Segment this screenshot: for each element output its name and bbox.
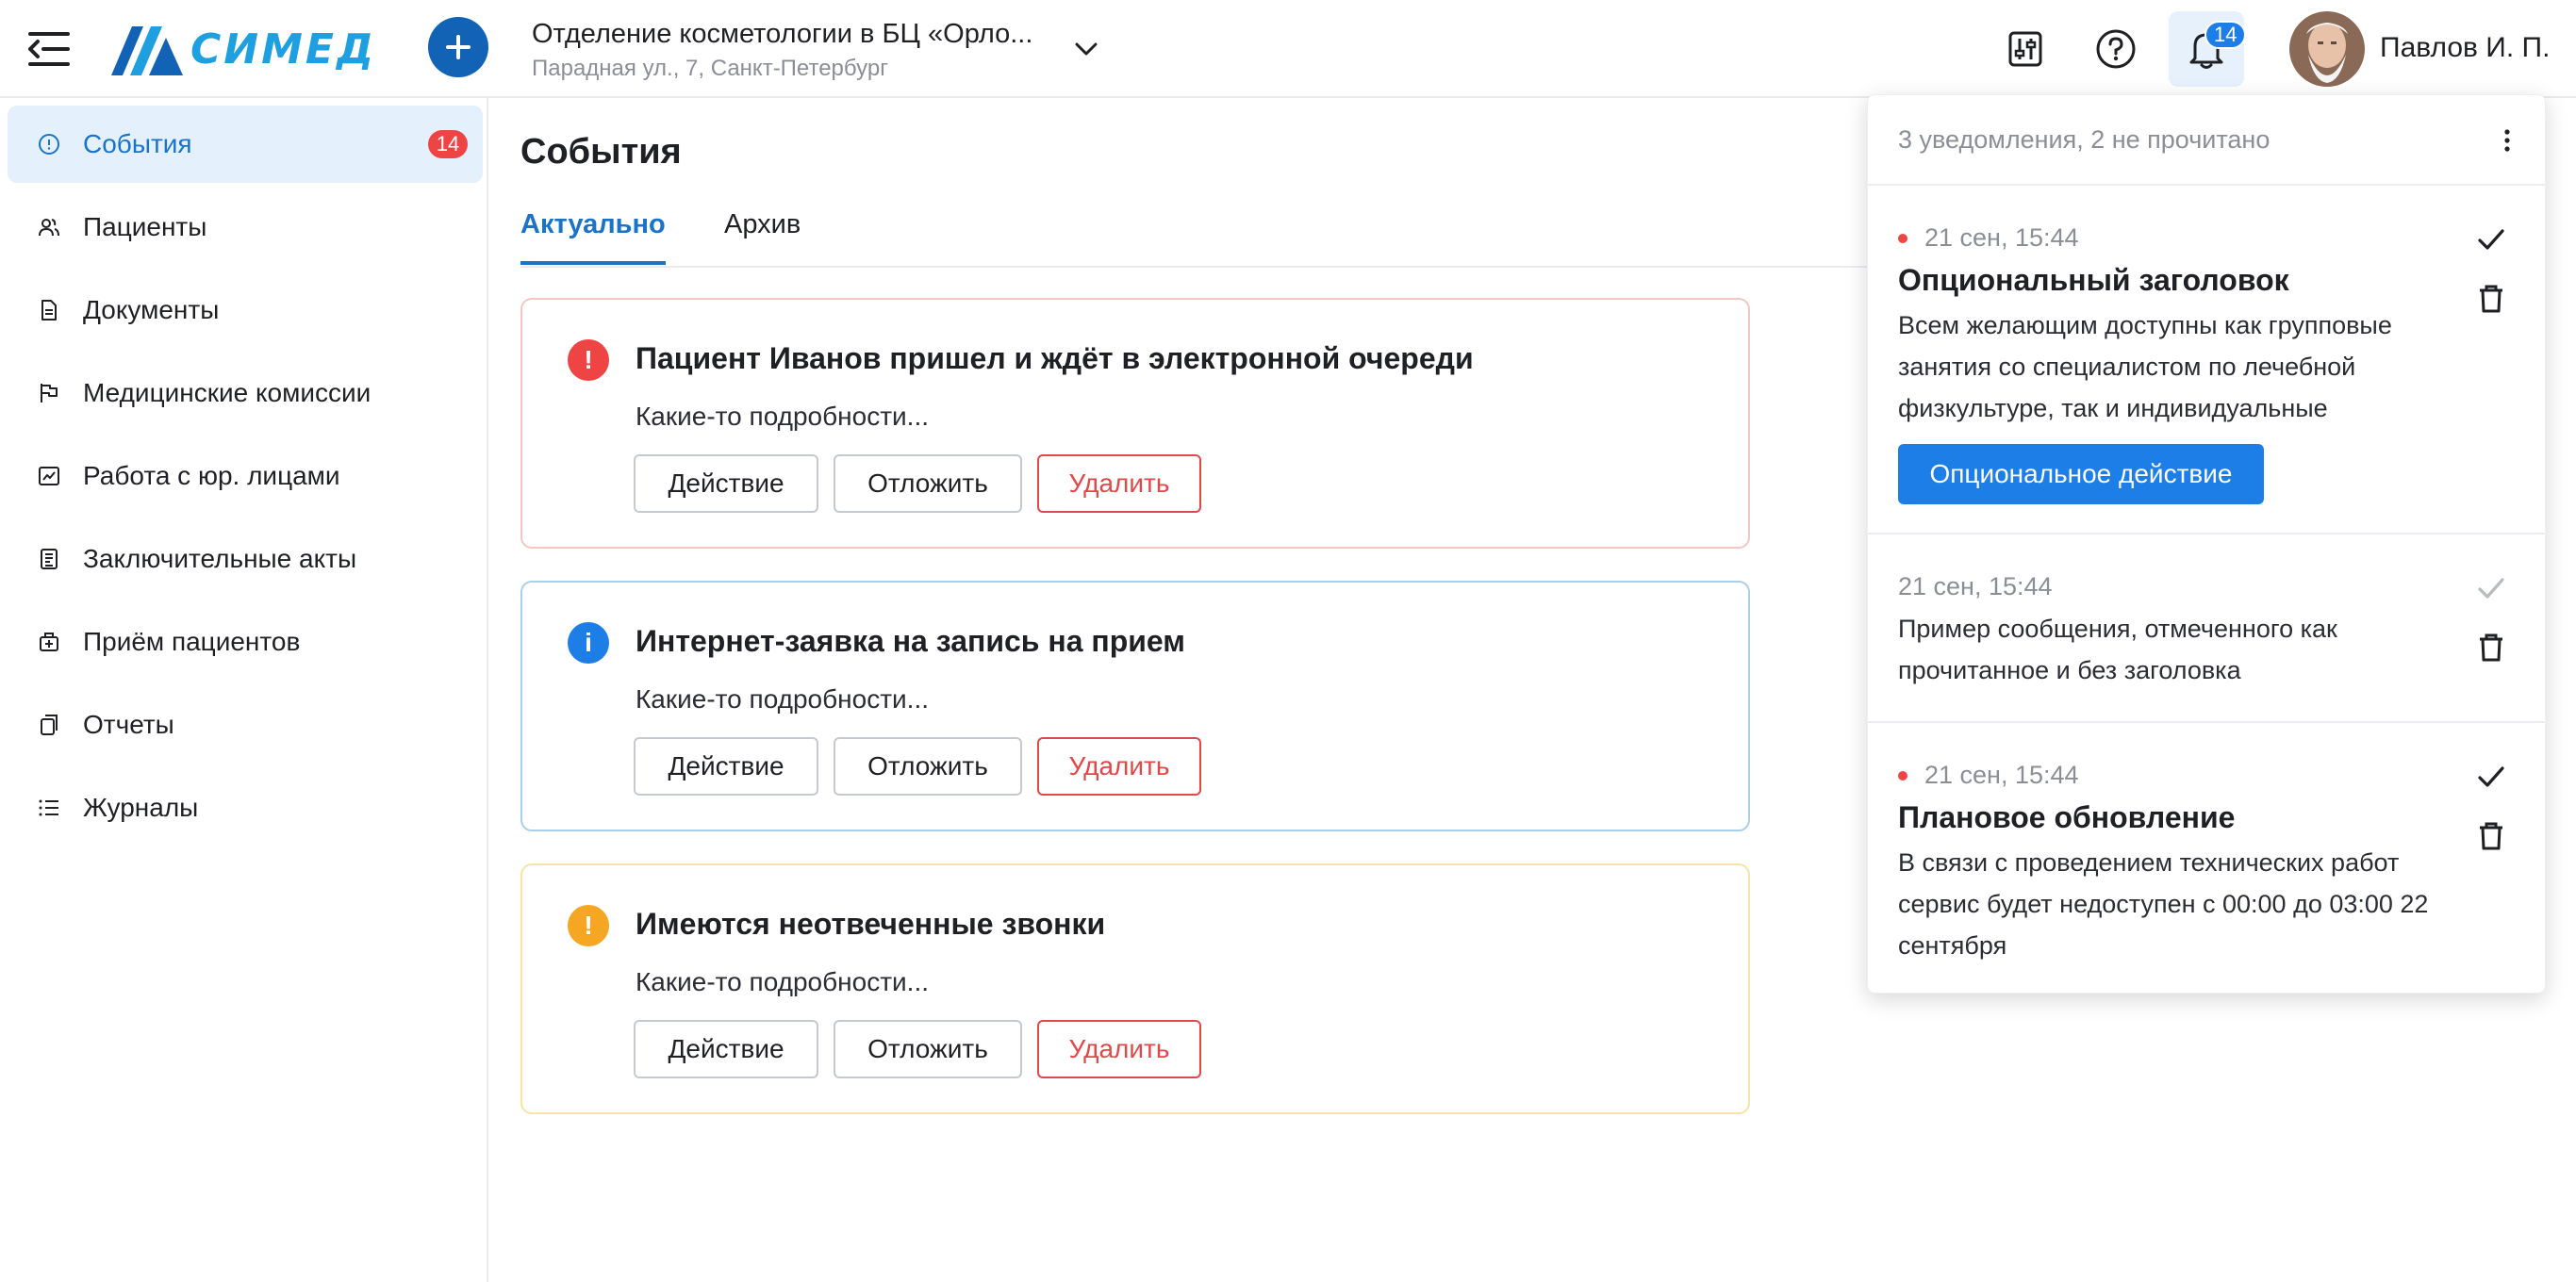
trash-icon[interactable] bbox=[2477, 284, 2505, 314]
trash-icon[interactable] bbox=[2477, 633, 2505, 663]
medical-bag-icon bbox=[40, 633, 58, 651]
top-header: СИМЕД Отделение косметологии в БЦ «Орло.… bbox=[0, 0, 2576, 98]
reports-icon bbox=[41, 715, 58, 735]
user-name[interactable]: Павлов И. П. bbox=[2380, 32, 2550, 64]
postpone-button[interactable]: Отложить bbox=[834, 1020, 1022, 1078]
notification-action-button[interactable]: Опциональное действие bbox=[1898, 444, 2264, 504]
patients-icon bbox=[39, 219, 59, 237]
event-title: Интернет-заявка на запись на прием bbox=[636, 624, 1185, 658]
delete-button[interactable]: Удалить bbox=[1037, 454, 1201, 513]
sidebar-item-legal-entities[interactable]: Работа с юр. лицами bbox=[8, 437, 483, 515]
sidebar-item-label: Пациенты bbox=[83, 212, 207, 241]
sidebar-item-reception[interactable]: Приём пациентов bbox=[8, 603, 483, 681]
org-address: Парадная ул., 7, Санкт-Петербург bbox=[532, 56, 888, 81]
notifications-count-badge: 14 bbox=[2204, 21, 2247, 49]
tab-archive[interactable]: Архив bbox=[724, 209, 801, 261]
avatar[interactable] bbox=[2289, 11, 2365, 87]
notification-time: 21 сен, 15:44 bbox=[1898, 761, 2079, 790]
notification-text: Всем желающим доступны как групповые зан… bbox=[1898, 311, 2392, 422]
sidebar-item-label: Отчеты bbox=[83, 710, 174, 739]
sidebar-item-patients[interactable]: Пациенты bbox=[8, 189, 483, 266]
sidebar-item-events[interactable]: События 14 bbox=[8, 106, 483, 183]
events-count-badge: 14 bbox=[428, 130, 468, 158]
org-selector[interactable]: Отделение косметологии в БЦ «Орло... Пар… bbox=[532, 19, 1032, 82]
settings-sliders-icon[interactable] bbox=[1999, 23, 2052, 75]
alert-circle-icon bbox=[39, 134, 59, 155]
act-icon bbox=[41, 549, 58, 569]
notification-title: Опциональный заголовок bbox=[1898, 263, 2289, 297]
event-details: Какие-то подробности... bbox=[636, 967, 930, 996]
notifications-panel: 3 уведомления, 2 не прочитано 21 сен, 15… bbox=[1867, 94, 2547, 994]
sidebar-item-label: События bbox=[83, 129, 192, 158]
notification-text: Пример сообщения, отмеченного как прочит… bbox=[1898, 615, 2337, 684]
notifications-header: 3 уведомления, 2 не прочитано bbox=[1868, 95, 2547, 186]
event-title: Пациент Иванов пришел и ждёт в электронн… bbox=[636, 341, 1474, 375]
unread-dot bbox=[1898, 233, 1907, 243]
notification-title: Плановое обновление bbox=[1898, 800, 2236, 834]
help-icon[interactable] bbox=[2089, 23, 2142, 75]
list-icon bbox=[39, 799, 58, 816]
event-card: ! Имеются неотвеченные звонки Какие-то п… bbox=[520, 863, 1750, 1114]
action-button[interactable]: Действие bbox=[634, 737, 818, 796]
warning-icon: ! bbox=[568, 905, 609, 946]
info-icon: i bbox=[568, 622, 609, 664]
mark-read-check-icon[interactable] bbox=[2475, 223, 2507, 255]
notification-time: 21 сен, 15:44 bbox=[1898, 572, 2053, 600]
tabs: Актуально Архив bbox=[520, 198, 1878, 268]
action-button[interactable]: Действие bbox=[634, 1020, 818, 1078]
sidebar-item-label: Заключительные акты bbox=[83, 544, 357, 573]
flag-icon bbox=[41, 384, 58, 403]
logo-mark-icon bbox=[111, 26, 183, 75]
sidebar-item-label: Документы bbox=[83, 295, 220, 324]
menu-toggle-icon[interactable] bbox=[28, 28, 74, 70]
event-title: Имеются неотвеченные звонки bbox=[636, 907, 1106, 941]
sidebar-item-commissions[interactable]: Медицинские комиссии bbox=[8, 354, 483, 432]
sidebar-item-final-acts[interactable]: Заключительные акты bbox=[8, 520, 483, 598]
sidebar-item-journals[interactable]: Журналы bbox=[8, 769, 483, 846]
trash-icon[interactable] bbox=[2477, 821, 2505, 851]
org-name: Отделение косметологии в БЦ «Орло... bbox=[532, 19, 1033, 49]
logo-text: СИМЕД bbox=[190, 25, 377, 74]
event-card: i Интернет-заявка на запись на прием Как… bbox=[520, 581, 1750, 831]
notification-item: 21 сен, 15:44 Плановое обновление В связ… bbox=[1868, 723, 2547, 994]
read-check-icon bbox=[2475, 572, 2507, 604]
delete-button[interactable]: Удалить bbox=[1037, 1020, 1201, 1078]
mark-read-check-icon[interactable] bbox=[2475, 761, 2507, 793]
chart-icon bbox=[39, 467, 59, 485]
event-details: Какие-то подробности... bbox=[636, 684, 930, 714]
sidebar-item-label: Работа с юр. лицами bbox=[83, 461, 340, 490]
tab-current[interactable]: Актуально bbox=[520, 209, 666, 265]
sidebar: События 14 Пациенты Документы Медицински… bbox=[0, 98, 488, 1282]
postpone-button[interactable]: Отложить bbox=[834, 454, 1022, 513]
plus-icon bbox=[446, 35, 471, 59]
chevron-down-icon[interactable] bbox=[1071, 34, 1101, 64]
error-icon: ! bbox=[568, 339, 609, 381]
document-icon bbox=[41, 300, 57, 320]
event-card: ! Пациент Иванов пришел и ждёт в электро… bbox=[520, 298, 1750, 549]
action-button[interactable]: Действие bbox=[634, 454, 818, 513]
notification-item: 21 сен, 15:44 Пример сообщения, отмеченн… bbox=[1868, 534, 2547, 723]
sidebar-item-label: Медицинские комиссии bbox=[83, 378, 372, 407]
notifications-summary: 3 уведомления, 2 не прочитано bbox=[1898, 125, 2271, 154]
add-button[interactable] bbox=[428, 17, 488, 77]
delete-button[interactable]: Удалить bbox=[1037, 737, 1201, 796]
event-details: Какие-то подробности... bbox=[636, 402, 930, 431]
notification-text: В связи с проведением технических работ … bbox=[1898, 848, 2429, 960]
sidebar-item-documents[interactable]: Документы bbox=[8, 271, 483, 349]
notification-item: 21 сен, 15:44 Опциональный заголовок Все… bbox=[1868, 186, 2547, 534]
sidebar-item-label: Журналы bbox=[83, 793, 199, 822]
logo[interactable]: СИМЕД bbox=[111, 23, 376, 75]
sidebar-item-label: Приём пациентов bbox=[83, 627, 301, 656]
sidebar-item-reports[interactable]: Отчеты bbox=[8, 686, 483, 764]
unread-dot bbox=[1898, 770, 1907, 781]
page-title: События bbox=[520, 132, 682, 172]
notification-time: 21 сен, 15:44 bbox=[1898, 223, 2079, 253]
more-vertical-icon[interactable] bbox=[2490, 123, 2524, 157]
postpone-button[interactable]: Отложить bbox=[834, 737, 1022, 796]
